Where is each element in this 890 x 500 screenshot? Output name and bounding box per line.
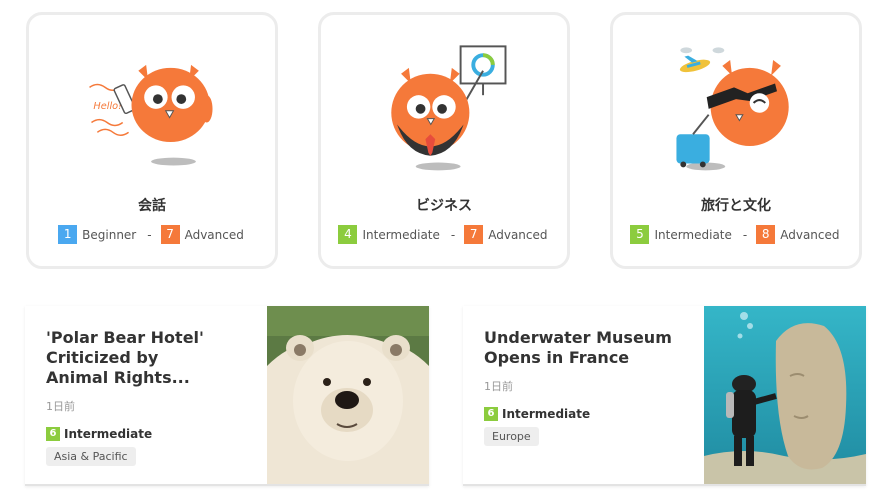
news-level: 6 Intermediate	[46, 427, 152, 441]
level-badge-from: 1	[58, 225, 78, 244]
level-separator: -	[742, 227, 748, 242]
level-label-from: Intermediate	[362, 227, 440, 242]
level-range: 1 Beginner - 7 Advanced	[29, 225, 275, 244]
news-level: 6 Intermediate	[484, 407, 590, 421]
level-separator: -	[450, 227, 456, 242]
course-title: 旅行と文化	[701, 198, 771, 214]
news-title[interactable]: Underwater Museum Opens in France	[484, 328, 674, 368]
news-timestamp: 1日前	[484, 380, 513, 393]
course-card-travel[interactable]: 旅行と文化 5 Intermediate - 8 Advanced	[610, 12, 862, 269]
news-card-underwater-museum[interactable]: Underwater Museum Opens in France 1日前 6 …	[463, 306, 866, 486]
owl-phone-illustration: Hello!	[89, 64, 213, 166]
level-separator: -	[147, 227, 152, 242]
svg-text:Hello!: Hello!	[93, 101, 122, 112]
level-badge-from: 4	[338, 225, 358, 244]
underwater-statue-photo	[704, 306, 866, 484]
level-label-to: Advanced	[184, 227, 244, 242]
level-label-to: Advanced	[488, 227, 548, 242]
level-label: Intermediate	[64, 427, 153, 441]
level-range: 5 Intermediate - 8 Advanced	[613, 225, 859, 244]
news-timestamp: 1日前	[46, 400, 75, 413]
polar-bear-photo	[267, 306, 429, 484]
level-badge: 6	[484, 407, 498, 421]
course-title: ビジネス	[416, 198, 472, 214]
region-tag[interactable]: Europe	[484, 427, 539, 446]
level-label-from: Beginner	[82, 227, 137, 242]
level-label-to: Advanced	[780, 227, 840, 242]
level-label: Intermediate	[502, 407, 591, 421]
news-title[interactable]: 'Polar Bear Hotel' Criticized by Animal …	[46, 328, 216, 388]
course-card-business[interactable]: ビジネス 4 Intermediate - 7 Advanced	[318, 12, 570, 269]
news-card-polar-bear[interactable]: 'Polar Bear Hotel' Criticized by Animal …	[25, 306, 429, 486]
level-badge-from: 5	[630, 225, 650, 244]
owl-travel-illustration	[676, 47, 789, 171]
owl-business-illustration	[391, 45, 507, 171]
level-label-from: Intermediate	[654, 227, 732, 242]
level-badge-to: 8	[756, 225, 776, 244]
region-tag[interactable]: Asia & Pacific	[46, 447, 136, 466]
level-range: 4 Intermediate - 7 Advanced	[321, 225, 567, 244]
course-card-conversation[interactable]: Hello! 会話 1 Beginner - 7 Advanced	[26, 12, 278, 269]
level-badge-to: 7	[160, 225, 180, 244]
course-title: 会話	[138, 198, 166, 214]
level-badge: 6	[46, 427, 60, 441]
level-badge-to: 7	[464, 225, 484, 244]
